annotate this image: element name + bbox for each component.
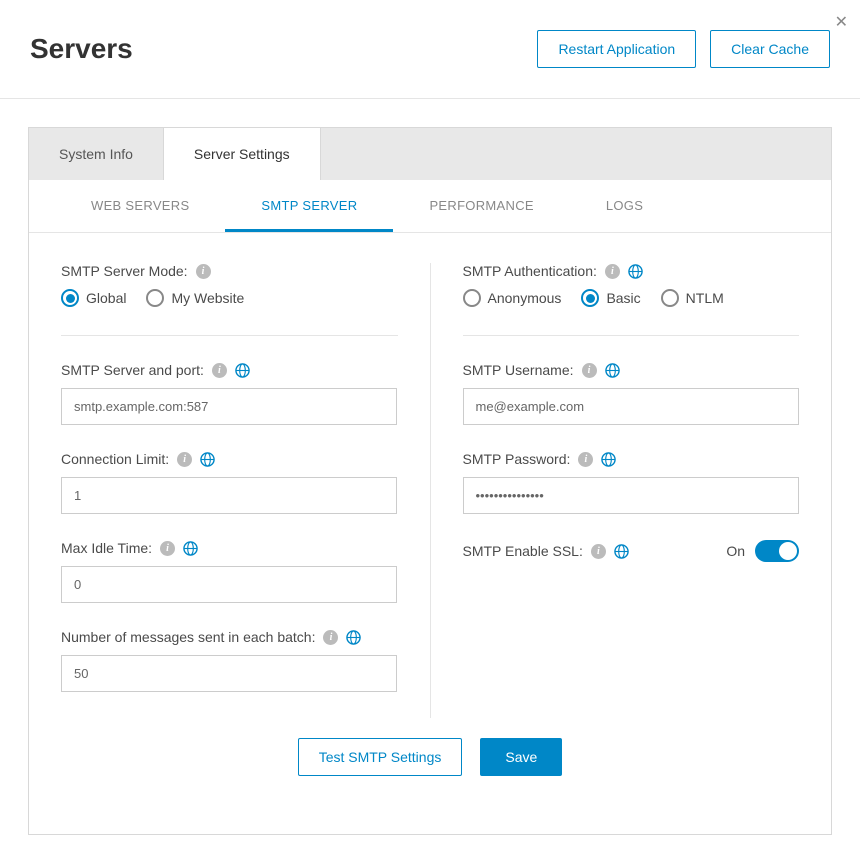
divider — [61, 335, 398, 336]
info-icon[interactable]: i — [160, 541, 175, 556]
globe-icon[interactable] — [628, 264, 643, 279]
username-input[interactable] — [463, 388, 799, 425]
max-idle-input[interactable] — [61, 566, 397, 603]
server-port-label: SMTP Server and port: — [61, 362, 204, 378]
connection-limit-label: Connection Limit: — [61, 451, 169, 467]
radio-global-label: Global — [86, 290, 126, 306]
subtab-web-servers[interactable]: WEB SERVERS — [55, 180, 225, 232]
info-icon[interactable]: i — [177, 452, 192, 467]
radio-circle-icon — [661, 289, 679, 307]
radio-basic-label: Basic — [606, 290, 640, 306]
connection-limit-input[interactable] — [61, 477, 397, 514]
tab-server-settings[interactable]: Server Settings — [164, 128, 321, 180]
close-icon[interactable]: ✕ — [835, 12, 848, 32]
globe-icon[interactable] — [183, 541, 198, 556]
radio-anonymous[interactable]: Anonymous — [463, 289, 562, 307]
max-idle-label: Max Idle Time: — [61, 540, 152, 556]
radio-my-website-label: My Website — [171, 290, 244, 306]
info-icon[interactable]: i — [605, 264, 620, 279]
batch-input[interactable] — [61, 655, 397, 692]
divider — [463, 335, 800, 336]
radio-ntlm[interactable]: NTLM — [661, 289, 724, 307]
password-input[interactable] — [463, 477, 799, 514]
tab-system-info[interactable]: System Info — [29, 128, 164, 180]
ssl-label: SMTP Enable SSL: — [463, 543, 583, 559]
radio-circle-icon — [61, 289, 79, 307]
subtab-smtp-server[interactable]: SMTP SERVER — [225, 180, 393, 232]
radio-circle-icon — [463, 289, 481, 307]
radio-ntlm-label: NTLM — [686, 290, 724, 306]
globe-icon[interactable] — [235, 363, 250, 378]
ssl-toggle[interactable] — [755, 540, 799, 562]
info-icon[interactable]: i — [196, 264, 211, 279]
info-icon[interactable]: i — [212, 363, 227, 378]
radio-global[interactable]: Global — [61, 289, 126, 307]
page-title: Servers — [30, 33, 133, 65]
radio-my-website[interactable]: My Website — [146, 289, 244, 307]
auth-label: SMTP Authentication: — [463, 263, 597, 279]
server-port-input[interactable] — [61, 388, 397, 425]
radio-circle-icon — [146, 289, 164, 307]
smtp-mode-label: SMTP Server Mode: — [61, 263, 188, 279]
ssl-state-label: On — [726, 543, 745, 559]
password-label: SMTP Password: — [463, 451, 571, 467]
subtab-performance[interactable]: PERFORMANCE — [393, 180, 569, 232]
save-button[interactable]: Save — [480, 738, 562, 776]
info-icon[interactable]: i — [591, 544, 606, 559]
globe-icon[interactable] — [614, 544, 629, 559]
batch-label: Number of messages sent in each batch: — [61, 629, 315, 645]
info-icon[interactable]: i — [323, 630, 338, 645]
info-icon[interactable]: i — [582, 363, 597, 378]
restart-application-button[interactable]: Restart Application — [537, 30, 696, 68]
clear-cache-button[interactable]: Clear Cache — [710, 30, 830, 68]
globe-icon[interactable] — [346, 630, 361, 645]
globe-icon[interactable] — [200, 452, 215, 467]
username-label: SMTP Username: — [463, 362, 574, 378]
info-icon[interactable]: i — [578, 452, 593, 467]
subtab-logs[interactable]: LOGS — [570, 180, 679, 232]
radio-circle-icon — [581, 289, 599, 307]
test-smtp-button[interactable]: Test SMTP Settings — [298, 738, 463, 776]
globe-icon[interactable] — [605, 363, 620, 378]
radio-anonymous-label: Anonymous — [488, 290, 562, 306]
radio-basic[interactable]: Basic — [581, 289, 640, 307]
globe-icon[interactable] — [601, 452, 616, 467]
